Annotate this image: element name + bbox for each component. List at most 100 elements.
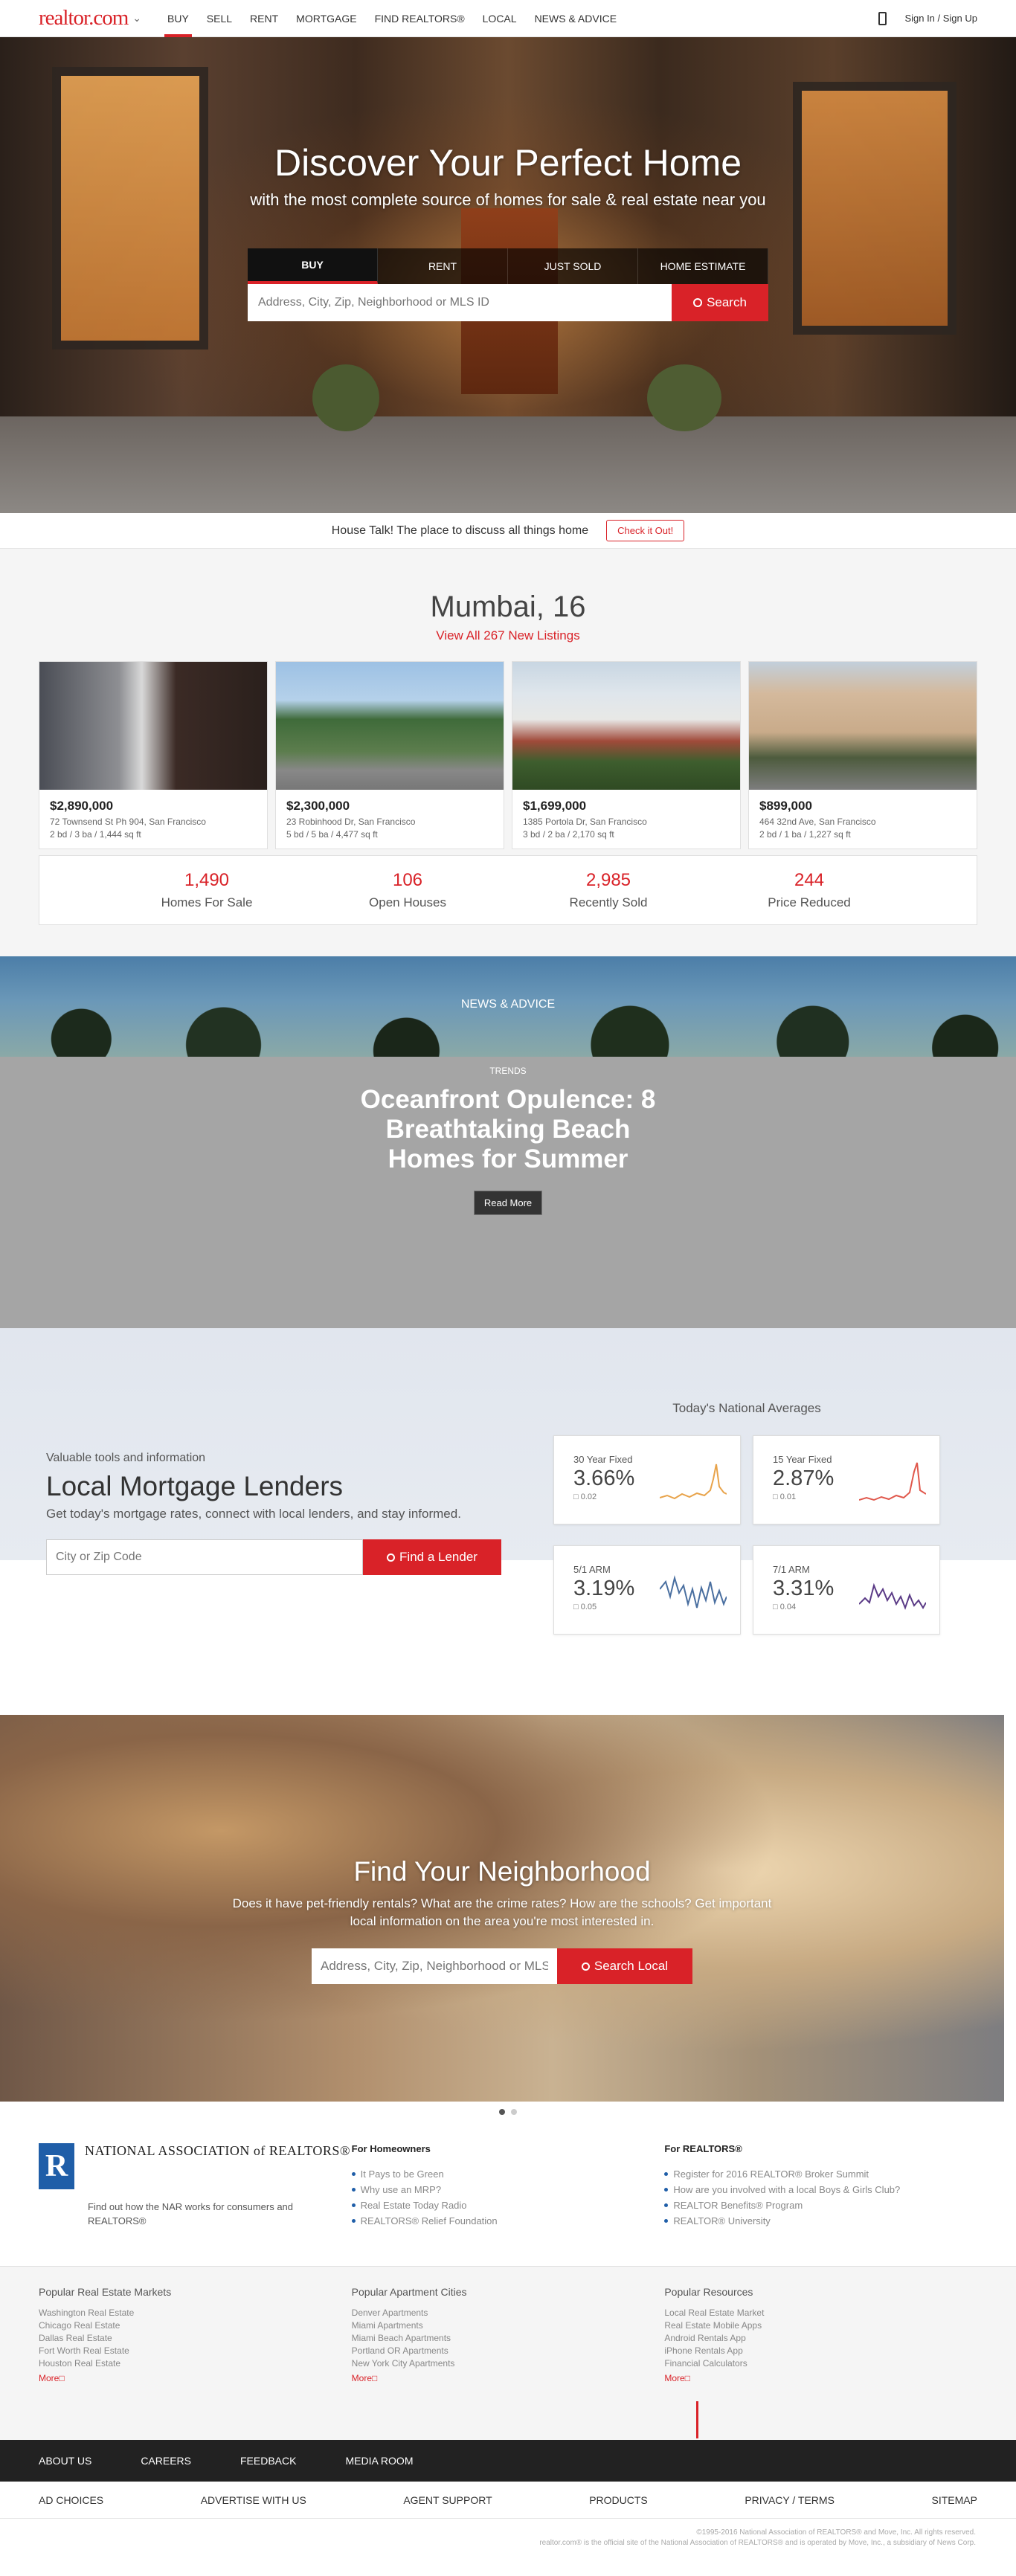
hero-search: Search — [248, 284, 768, 321]
stat-homes-for-sale[interactable]: 1,490 Homes For Sale — [106, 870, 307, 910]
nar-logo[interactable]: R NATIONAL ASSOCIATION of REALTORS® — [39, 2143, 352, 2189]
apartments-list: Denver Apartments Miami Apartments Miami… — [352, 2307, 665, 2370]
stat-price-reduced[interactable]: 244 Price Reduced — [709, 870, 910, 910]
footer-link[interactable]: Denver Apartments — [352, 2307, 665, 2319]
more-link[interactable]: More□ — [664, 2373, 977, 2383]
change-arrow-icon: □ — [573, 1493, 581, 1501]
privacy-terms-link[interactable]: PRIVACY / TERMS — [745, 2494, 835, 2506]
nav-mortgage[interactable]: MORTGAGE — [287, 0, 365, 37]
footer-link[interactable]: Fort Worth Real Estate — [39, 2345, 352, 2357]
ad-choices-link[interactable]: AD CHOICES — [39, 2494, 103, 2506]
search-icon — [693, 298, 703, 307]
footer-link[interactable]: Real Estate Mobile Apps — [664, 2319, 977, 2332]
realtor-logo[interactable]: realtor.com ⌄ — [39, 6, 141, 30]
listing-photo[interactable] — [749, 662, 977, 790]
change-arrow-icon: □ — [773, 1493, 780, 1501]
listing-card[interactable]: $2,300,000 23 Robinhood Dr, San Francisc… — [275, 661, 504, 849]
news-advice-section: NEWS & ADVICE TRENDS Oceanfront Opulence… — [0, 956, 1016, 1328]
hero-search-input[interactable] — [248, 284, 672, 321]
footer-link[interactable]: Washington Real Estate — [39, 2307, 352, 2319]
tab-home-estimate[interactable]: HOME ESTIMATE — [638, 248, 768, 284]
sitemap-link[interactable]: SITEMAP — [931, 2494, 977, 2506]
stat-recently-sold[interactable]: 2,985 Recently Sold — [508, 870, 709, 910]
carousel-dot[interactable] — [511, 2109, 517, 2115]
footer-link[interactable]: REALTOR® University — [664, 2213, 977, 2229]
rate-card-7-1-arm[interactable]: 7/1 ARM 3.31% □ 0.04 — [753, 1545, 940, 1635]
nav-rent[interactable]: RENT — [241, 0, 287, 37]
listing-card[interactable]: $899,000 464 32nd Ave, San Francisco 2 b… — [748, 661, 977, 849]
tab-buy[interactable]: BUY — [248, 248, 378, 284]
footer-link[interactable]: Android Rentals App — [664, 2332, 977, 2345]
news-category: TRENDS — [489, 1066, 527, 1076]
nav-buy[interactable]: BUY — [158, 0, 198, 37]
news-headline[interactable]: Oceanfront Opulence: 8 Breathtaking Beac… — [348, 1085, 668, 1174]
listing-card[interactable]: $2,890,000 72 Townsend St Ph 904, San Fr… — [39, 661, 268, 849]
nav-local[interactable]: LOCAL — [474, 0, 526, 37]
footer-link[interactable]: Real Estate Today Radio — [351, 2197, 665, 2213]
chevron-down-icon[interactable]: ⌄ — [132, 12, 141, 25]
rate-card-30yr[interactable]: 30 Year Fixed 3.66% □ 0.02 — [553, 1435, 741, 1524]
footer-link[interactable]: How are you involved with a local Boys &… — [664, 2182, 977, 2197]
careers-link[interactable]: CAREERS — [141, 2455, 191, 2467]
feedback-link[interactable]: FEEDBACK — [240, 2455, 296, 2467]
search-local-button[interactable]: Search Local — [557, 1948, 692, 1984]
check-it-out-button[interactable]: Check it Out! — [606, 520, 685, 541]
stat-open-houses[interactable]: 106 Open Houses — [307, 870, 508, 910]
realtors-list: Register for 2016 REALTOR® Broker Summit… — [664, 2166, 977, 2229]
mobile-phone-icon[interactable] — [878, 11, 887, 25]
listing-meta: 2 bd / 1 ba / 1,227 sq ft — [759, 829, 851, 840]
listing-address: 23 Robinhood Dr, San Francisco — [286, 817, 416, 827]
footer-link[interactable]: Why use an MRP? — [351, 2182, 665, 2197]
nav-sell[interactable]: SELL — [198, 0, 241, 37]
nav-find-realtors[interactable]: FIND REALTORS® — [366, 0, 474, 37]
apartments-title: Popular Apartment Cities — [351, 2286, 467, 2298]
neighborhood-search-input[interactable] — [312, 1948, 557, 1984]
footer-link[interactable]: Miami Apartments — [352, 2319, 665, 2332]
footer-link[interactable]: iPhone Rentals App — [664, 2345, 977, 2357]
advertise-link[interactable]: ADVERTISE WITH US — [201, 2494, 306, 2506]
footer-link[interactable]: Houston Real Estate — [39, 2357, 352, 2370]
listing-photo[interactable] — [39, 662, 267, 790]
listing-photo[interactable] — [512, 662, 740, 790]
markets-list: Washington Real Estate Chicago Real Esta… — [39, 2307, 352, 2370]
nav-news-advice[interactable]: NEWS & ADVICE — [526, 0, 626, 37]
nar-desc[interactable]: Find out how the NAR works for consumers… — [88, 2200, 352, 2228]
footer-link[interactable]: Dallas Real Estate — [39, 2332, 352, 2345]
footer-link[interactable]: Local Real Estate Market — [664, 2307, 977, 2319]
footer-link[interactable]: Financial Calculators — [664, 2357, 977, 2370]
more-link[interactable]: More□ — [39, 2373, 352, 2383]
hero-search-button[interactable]: Search — [672, 284, 768, 321]
listing-card[interactable]: $1,699,000 1385 Portola Dr, San Francisc… — [512, 661, 741, 849]
tab-just-sold[interactable]: JUST SOLD — [508, 248, 638, 284]
footer-link[interactable]: It Pays to be Green — [351, 2166, 665, 2182]
arrow-icon: □ — [372, 2373, 378, 2383]
media-room-link[interactable]: MEDIA ROOM — [345, 2455, 413, 2467]
footer-link[interactable]: REALTOR Benefits® Program — [664, 2197, 977, 2213]
tab-rent[interactable]: RENT — [378, 248, 508, 284]
listing-photo[interactable] — [276, 662, 504, 790]
footer-link[interactable]: Miami Beach Apartments — [352, 2332, 665, 2345]
rate-card-15yr[interactable]: 15 Year Fixed 2.87% □ 0.01 — [753, 1435, 940, 1524]
listing-price: $899,000 — [759, 799, 812, 813]
view-all-listings-link[interactable]: View All 267 New Listings — [39, 628, 977, 643]
read-more-button[interactable]: Read More — [474, 1191, 542, 1215]
carousel-dot[interactable] — [499, 2109, 505, 2115]
more-label: More — [351, 2373, 373, 2383]
homeowners-column: For Homeowners It Pays to be Green Why u… — [351, 2143, 665, 2229]
footer-link[interactable]: REALTORS® Relief Foundation — [351, 2213, 665, 2229]
footer-link[interactable]: Chicago Real Estate — [39, 2319, 352, 2332]
products-link[interactable]: PRODUCTS — [589, 2494, 648, 2506]
sign-in-link[interactable]: Sign In / Sign Up — [904, 13, 977, 24]
agent-support-link[interactable]: AGENT SUPPORT — [403, 2494, 492, 2506]
footer-link[interactable]: New York City Apartments — [352, 2357, 665, 2370]
footer-link[interactable]: Portland OR Apartments — [352, 2345, 665, 2357]
find-lender-button[interactable]: Find a Lender — [363, 1539, 501, 1575]
footer-link[interactable]: Register for 2016 REALTOR® Broker Summit — [664, 2166, 977, 2182]
search-local-label: Search Local — [594, 1959, 669, 1973]
lender-zip-input[interactable] — [46, 1539, 363, 1575]
about-us-link[interactable]: ABOUT US — [39, 2455, 91, 2467]
stat-number: 2,985 — [585, 870, 631, 890]
more-link[interactable]: More□ — [352, 2373, 665, 2383]
rate-card-5-1-arm[interactable]: 5/1 ARM 3.19% □ 0.05 — [553, 1545, 741, 1635]
rate-sparkline — [660, 1575, 727, 1609]
